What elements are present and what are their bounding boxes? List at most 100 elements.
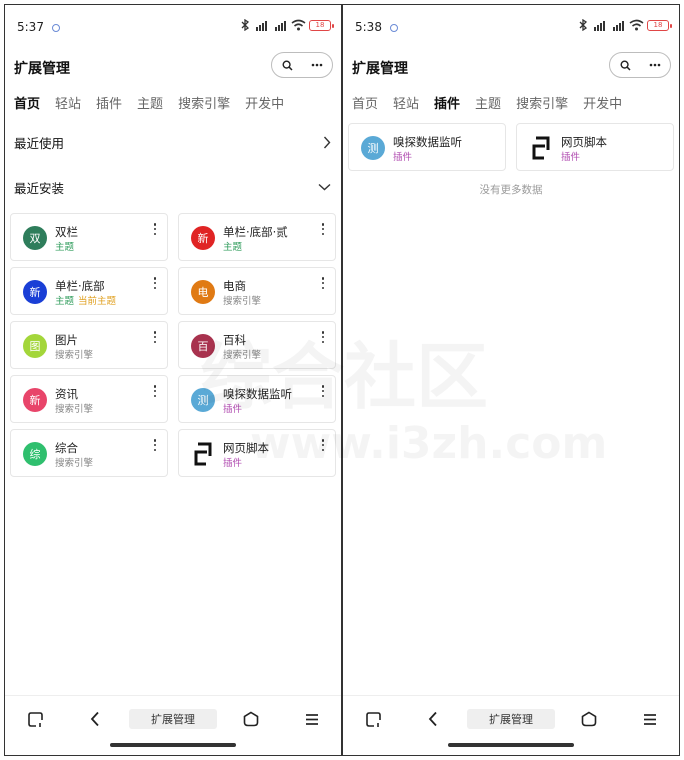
home-indicator[interactable] xyxy=(448,743,574,747)
tab-light-sites[interactable]: 轻站 xyxy=(55,93,81,115)
app-bar: 扩展管理 xyxy=(343,51,679,85)
tab-themes[interactable]: 主题 xyxy=(475,93,501,115)
vertical-dots-icon[interactable] xyxy=(153,439,157,451)
location-icon xyxy=(52,24,60,32)
phone-screen-plugins: 5:38 18 扩展管理 首页 轻站 插件 主题 搜索引擎 开发中 测嗅探数据监… xyxy=(342,4,680,756)
bluetooth-icon xyxy=(241,19,250,31)
back-icon xyxy=(428,711,437,727)
vertical-dots-icon[interactable] xyxy=(321,223,325,235)
vertical-dots-icon[interactable] xyxy=(153,331,157,343)
signal-icon xyxy=(613,20,624,31)
vertical-dots-icon[interactable] xyxy=(321,439,325,451)
extension-card[interactable]: 电电商搜索引擎 xyxy=(178,267,336,315)
signal-icon xyxy=(594,20,605,31)
chevron-right-icon xyxy=(323,136,331,148)
extension-name: 单栏·底部 xyxy=(55,279,105,293)
back-button[interactable] xyxy=(85,709,105,729)
tab-plugins[interactable]: 插件 xyxy=(434,93,460,115)
menu-icon xyxy=(306,713,318,725)
tab-bar: 首页 轻站 插件 主题 搜索引擎 开发中 xyxy=(352,93,679,115)
extension-card[interactable]: 网页脚本 插件 xyxy=(178,429,336,477)
tab-light-sites[interactable]: 轻站 xyxy=(393,93,419,115)
recent-apps-icon xyxy=(27,711,43,727)
battery-icon: 18 xyxy=(309,19,334,31)
extension-avatar-icon: 测 xyxy=(361,136,385,160)
home-icon xyxy=(581,711,597,727)
extension-type: 主题 xyxy=(55,296,75,307)
extension-type: 搜索引擎 xyxy=(223,350,262,361)
bluetooth-icon xyxy=(579,19,588,31)
extension-avatar-icon: 新 xyxy=(191,226,215,250)
extension-type: 主题 xyxy=(55,242,75,253)
vertical-dots-icon[interactable] xyxy=(153,223,157,235)
recent-apps-button[interactable] xyxy=(25,709,45,729)
home-indicator[interactable] xyxy=(110,743,236,747)
menu-button[interactable] xyxy=(640,709,660,729)
extension-type: 插件 xyxy=(561,152,581,163)
tab-themes[interactable]: 主题 xyxy=(137,93,163,115)
section-title-recent-used: 最近使用 xyxy=(14,135,65,151)
extension-type: 搜索引擎 xyxy=(55,458,94,469)
extension-type-label: 插件 xyxy=(223,401,242,415)
search-button[interactable] xyxy=(610,59,640,71)
search-button[interactable] xyxy=(272,59,302,71)
extension-card[interactable]: 测嗅探数据监听 插件 xyxy=(178,375,336,423)
section-title-recent-installed: 最近安装 xyxy=(14,180,65,196)
extension-name: 嗅探数据监听 xyxy=(393,135,462,149)
extension-card[interactable]: 测嗅探数据监听 插件 xyxy=(348,123,506,171)
extension-type-label: 搜索引擎 xyxy=(55,347,93,361)
current-app-label[interactable]: 扩展管理 xyxy=(467,709,555,729)
extension-type: 搜索引擎 xyxy=(223,296,262,307)
vertical-dots-icon[interactable] xyxy=(321,277,325,289)
extension-type: 插件 xyxy=(223,404,243,415)
recent-used-row[interactable]: 最近使用 xyxy=(14,131,331,153)
extension-card[interactable]: 网页脚本 插件 xyxy=(516,123,674,171)
status-time: 5:38 xyxy=(355,20,382,34)
tab-home[interactable]: 首页 xyxy=(352,93,378,115)
recent-installed-row[interactable]: 最近安装 xyxy=(14,176,331,198)
status-icons: 18 xyxy=(240,19,334,31)
back-icon xyxy=(90,711,99,727)
current-app-label[interactable]: 扩展管理 xyxy=(129,709,217,729)
home-button[interactable] xyxy=(241,709,261,729)
back-button[interactable] xyxy=(423,709,443,729)
tab-search-engines[interactable]: 搜索引擎 xyxy=(178,93,230,115)
extension-name: 电商 xyxy=(223,279,246,293)
extension-card[interactable]: 新资讯 搜索引擎 xyxy=(10,375,168,423)
vertical-dots-icon[interactable] xyxy=(153,277,157,289)
extension-card[interactable]: 双双栏 主题 xyxy=(10,213,168,261)
tab-plugins[interactable]: 插件 xyxy=(96,93,122,115)
extension-avatar-icon: 综 xyxy=(23,442,47,466)
extension-avatar-icon: 图 xyxy=(23,334,47,358)
extension-type: 插件 xyxy=(393,152,413,163)
extension-card[interactable]: 百百科 搜索引擎 xyxy=(178,321,336,369)
extension-card[interactable]: 图图片 搜索引擎 xyxy=(10,321,168,369)
vertical-dots-icon[interactable] xyxy=(321,331,325,343)
action-pill xyxy=(609,52,671,78)
extension-card[interactable]: 新单栏·底部·贰 主题 xyxy=(178,213,336,261)
extension-type-label: 插件 xyxy=(393,149,412,163)
extension-avatar-icon: 电 xyxy=(191,280,215,304)
extension-card[interactable]: 综综合 搜索引擎 xyxy=(10,429,168,477)
extension-name: 图片 xyxy=(55,333,78,347)
more-icon xyxy=(311,63,323,67)
vertical-dots-icon[interactable] xyxy=(321,385,325,397)
home-button[interactable] xyxy=(579,709,599,729)
extension-avatar-icon: 百 xyxy=(191,334,215,358)
app-bar: 扩展管理 xyxy=(5,51,341,85)
tab-in-development[interactable]: 开发中 xyxy=(583,93,622,115)
page-title: 扩展管理 xyxy=(14,61,70,77)
tab-search-engines[interactable]: 搜索引擎 xyxy=(516,93,568,115)
vertical-dots-icon[interactable] xyxy=(153,385,157,397)
status-icons: 18 xyxy=(578,19,672,31)
tab-in-development[interactable]: 开发中 xyxy=(245,93,284,115)
search-icon xyxy=(281,59,293,71)
more-button[interactable] xyxy=(640,63,670,67)
tab-home[interactable]: 首页 xyxy=(14,93,40,115)
more-button[interactable] xyxy=(302,63,332,67)
extension-card[interactable]: 新单栏·底部 主题 当前主题 xyxy=(10,267,168,315)
navigation-bar: 扩展管理 xyxy=(5,695,341,755)
extension-name: 双栏 xyxy=(55,225,78,239)
menu-button[interactable] xyxy=(302,709,322,729)
recent-apps-button[interactable] xyxy=(363,709,383,729)
